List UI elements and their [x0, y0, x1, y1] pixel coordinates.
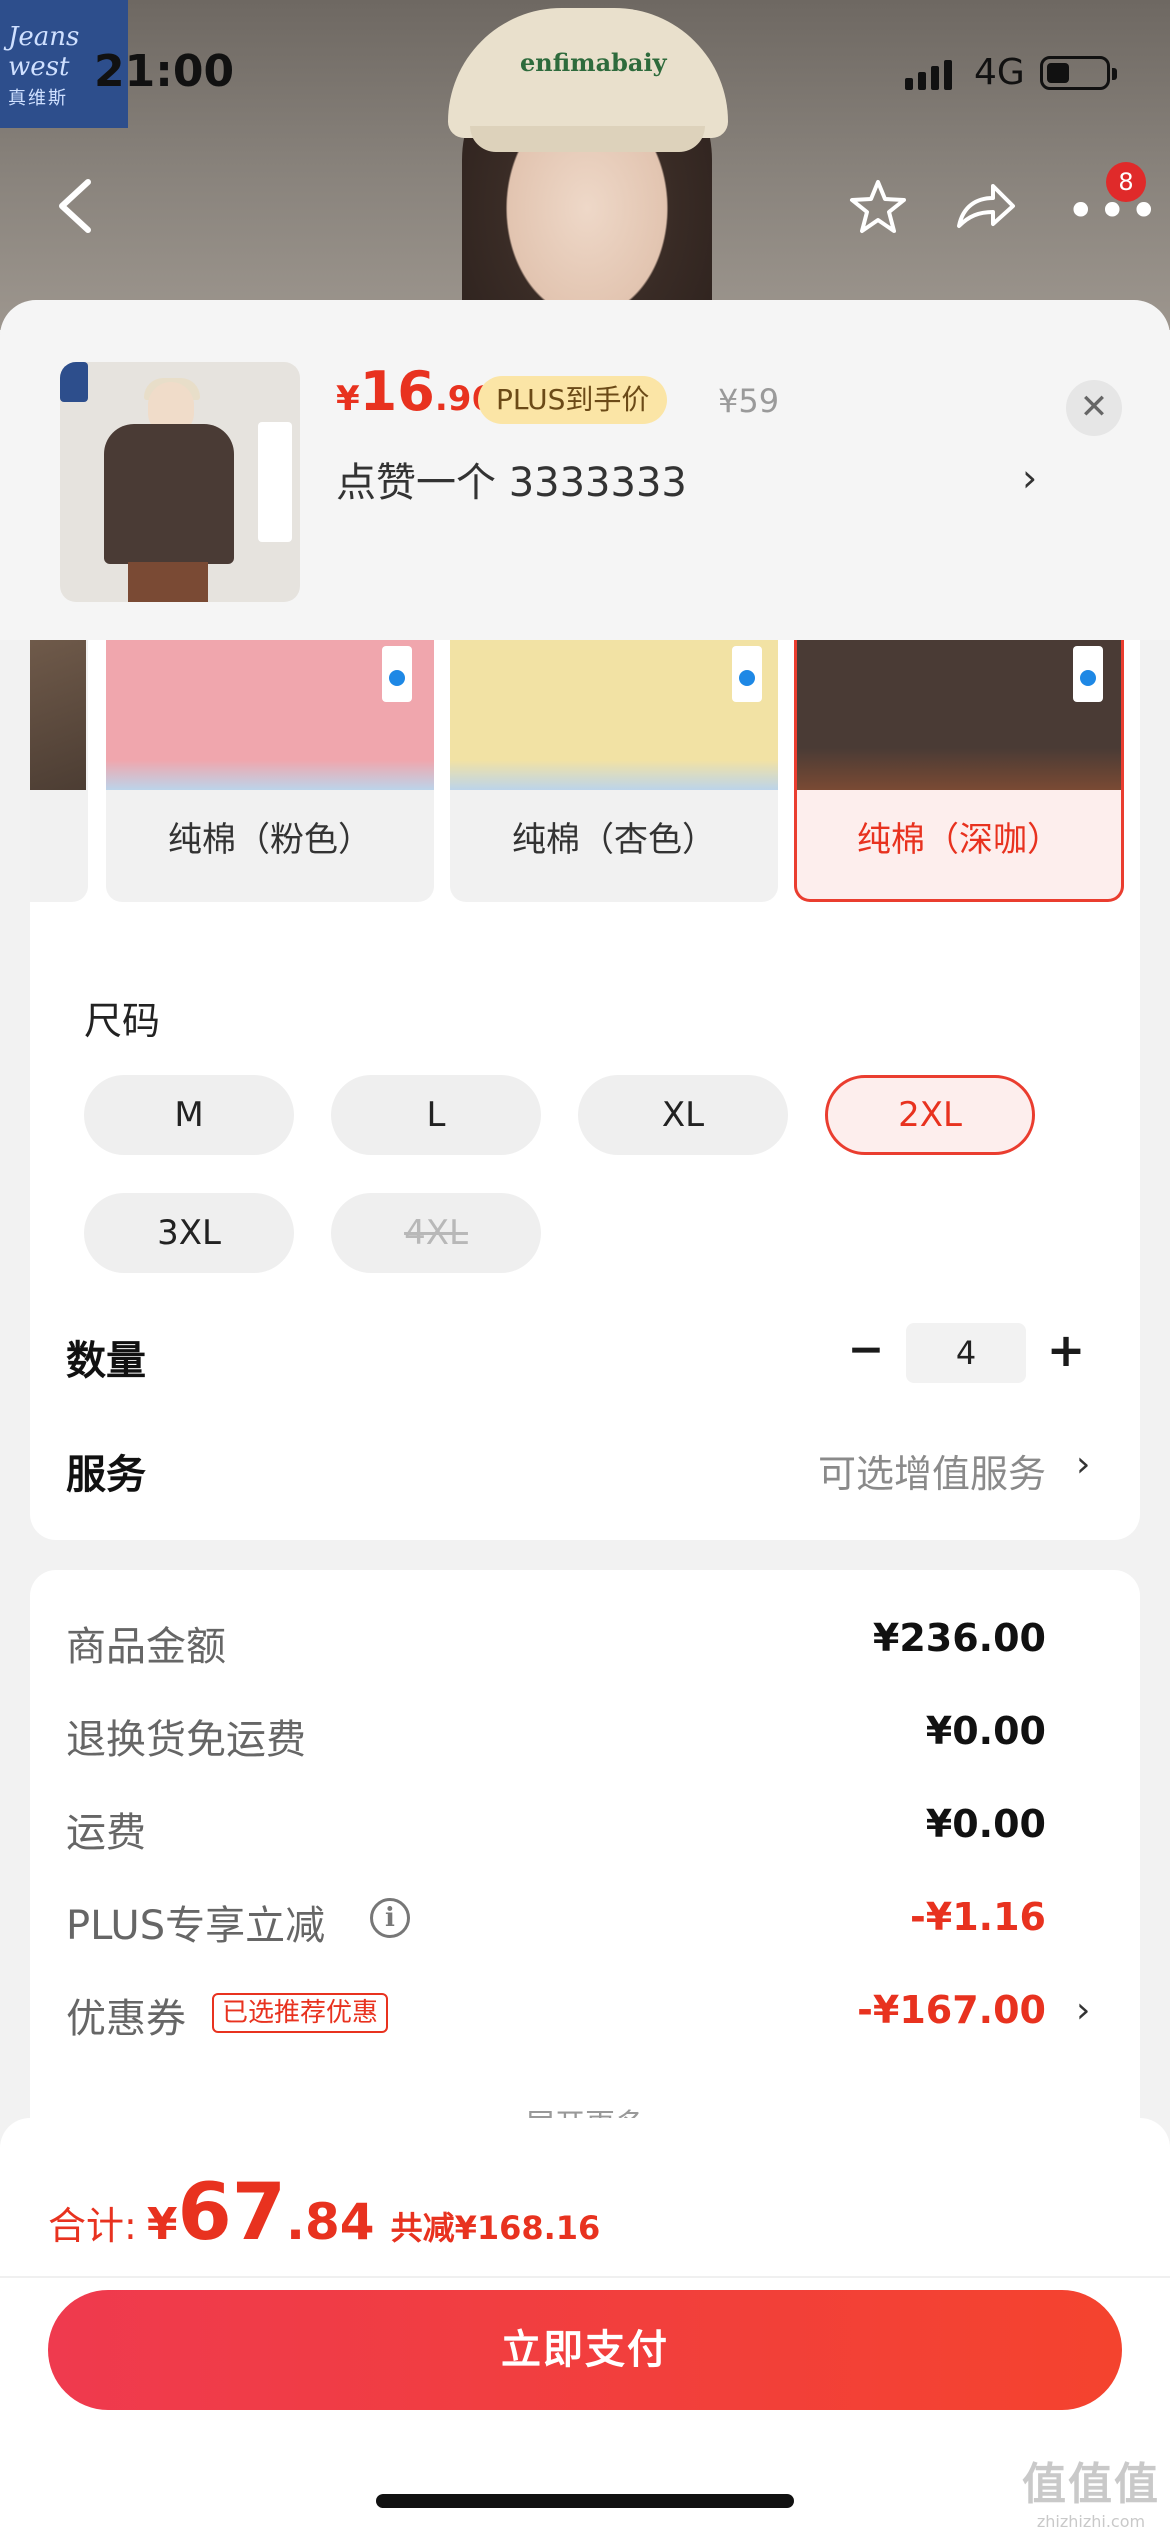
back-icon[interactable] — [52, 176, 98, 236]
free-return-value: ¥0.00 — [925, 1709, 1046, 1753]
chevron-right-icon[interactable]: › — [1076, 1990, 1090, 2031]
battery-icon — [1040, 56, 1117, 90]
coupon-value[interactable]: -¥167.00 — [857, 1988, 1046, 2032]
goods-amount-label: 商品金额 — [66, 1624, 226, 1670]
divider — [0, 2276, 1170, 2278]
size-option-4xl: 4XL — [331, 1193, 541, 1273]
pay-now-button[interactable]: 立即支付 — [48, 2290, 1122, 2410]
size-option-3xl[interactable]: 3XL — [84, 1193, 294, 1273]
original-price: ¥59 — [718, 382, 780, 420]
site-watermark: 值值值 zhizhizhi.com — [1022, 2459, 1160, 2531]
chevron-right-icon[interactable]: › — [1022, 456, 1037, 500]
cart-badge: 8 — [1106, 162, 1146, 202]
quantity-minus-button[interactable]: − — [844, 1328, 888, 1374]
status-bar: 21:00 4G — [0, 0, 1170, 150]
plus-discount-value: -¥1.16 — [910, 1895, 1046, 1939]
current-price: ¥ 16 .96 — [336, 360, 496, 423]
close-button[interactable]: ✕ — [1066, 380, 1122, 436]
quantity-plus-button[interactable]: + — [1044, 1327, 1088, 1374]
favorite-star-icon[interactable] — [848, 178, 908, 236]
color-option-partial[interactable] — [30, 640, 88, 902]
status-time: 21:00 — [94, 46, 235, 97]
coupon-recommended-tag: 已选推荐优惠 — [212, 1993, 389, 2033]
quantity-input[interactable]: 4 — [906, 1323, 1026, 1383]
total-savings: 共减¥168.16 — [390, 2209, 601, 2247]
plus-price-tag: PLUS到手价 — [478, 376, 668, 424]
size-section-label: 尺码 — [84, 999, 161, 1043]
color-option-pink[interactable]: 纯棉（粉色） — [106, 640, 434, 902]
share-icon[interactable] — [955, 180, 1017, 232]
free-return-label: 退换货免运费 — [66, 1717, 306, 1763]
shipping-label: 运费 — [66, 1810, 146, 1856]
goods-amount-value: ¥236.00 — [872, 1616, 1046, 1660]
total-amount: 合计: ¥ 67 .84 共减¥168.16 — [48, 2168, 601, 2258]
plus-discount-label: PLUS专享立减 — [66, 1903, 326, 1949]
signal-icon — [905, 60, 952, 90]
color-option-dark-coffee[interactable]: 纯棉（深咖） — [794, 640, 1124, 902]
product-thumbnail — [60, 362, 300, 602]
size-option-xl[interactable]: XL — [578, 1075, 788, 1155]
size-option-m[interactable]: M — [84, 1075, 294, 1155]
coupon-label: 优惠券 — [66, 1996, 186, 2042]
info-icon[interactable]: i — [370, 1898, 410, 1938]
shipping-value: ¥0.00 — [925, 1802, 1046, 1846]
quantity-label: 数量 — [66, 1338, 146, 1384]
chevron-right-icon[interactable]: › — [1076, 1444, 1090, 1485]
size-option-l[interactable]: L — [331, 1075, 541, 1155]
size-option-2xl[interactable]: 2XL — [825, 1075, 1035, 1155]
service-label: 服务 — [66, 1452, 146, 1498]
service-value[interactable]: 可选增值服务 — [818, 1443, 1046, 1498]
network-type: 4G — [974, 52, 1025, 93]
product-subtitle[interactable]: 点赞一个 3333333 — [336, 450, 687, 508]
home-indicator[interactable] — [376, 2494, 794, 2508]
color-option-apricot[interactable]: 纯棉（杏色） — [450, 640, 778, 902]
